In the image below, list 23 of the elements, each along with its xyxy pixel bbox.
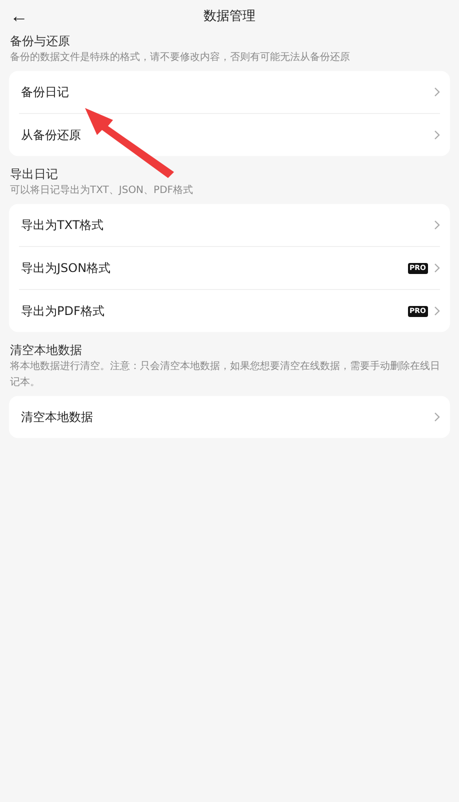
page-title: 数据管理	[204, 9, 256, 24]
settings-row[interactable]: 清空本地数据	[19, 396, 440, 438]
back-button[interactable]: ←	[10, 7, 28, 25]
chevron-icon	[434, 263, 440, 273]
section-title: 备份与还原	[9, 33, 71, 50]
chevron-icon	[434, 412, 440, 422]
row-label: 从备份还原	[20, 126, 82, 144]
settings-row[interactable]: 备份日记	[19, 71, 440, 113]
row-label: 导出为JSON格式	[20, 260, 112, 276]
row-label: 导出为TXT格式	[20, 216, 105, 234]
chevron-icon	[434, 306, 440, 316]
row-label: 清空本地数据	[20, 408, 94, 426]
settings-row[interactable]: 导出为TXT格式	[19, 204, 440, 246]
section-description: 将本地数据进行清空。注意：只会清空本地数据，如果您想要清空在线数据，需要手动删除在线日记本。	[9, 360, 441, 390]
section-title: 清空本地数据	[9, 342, 83, 359]
section-title: 导出日记	[9, 166, 59, 183]
section-description: 备份的数据文件是特殊的格式，请不要修改内容，否则有可能无法从备份还原	[9, 50, 351, 65]
row-label: 备份日记	[20, 84, 70, 100]
chevron-icon	[434, 220, 440, 230]
row-label: 导出为PDF格式	[20, 302, 106, 320]
chevron-icon	[434, 130, 440, 140]
section-description: 可以将日记导出为TXT、JSON、PDF格式	[9, 184, 194, 198]
chevron-icon	[434, 87, 440, 97]
